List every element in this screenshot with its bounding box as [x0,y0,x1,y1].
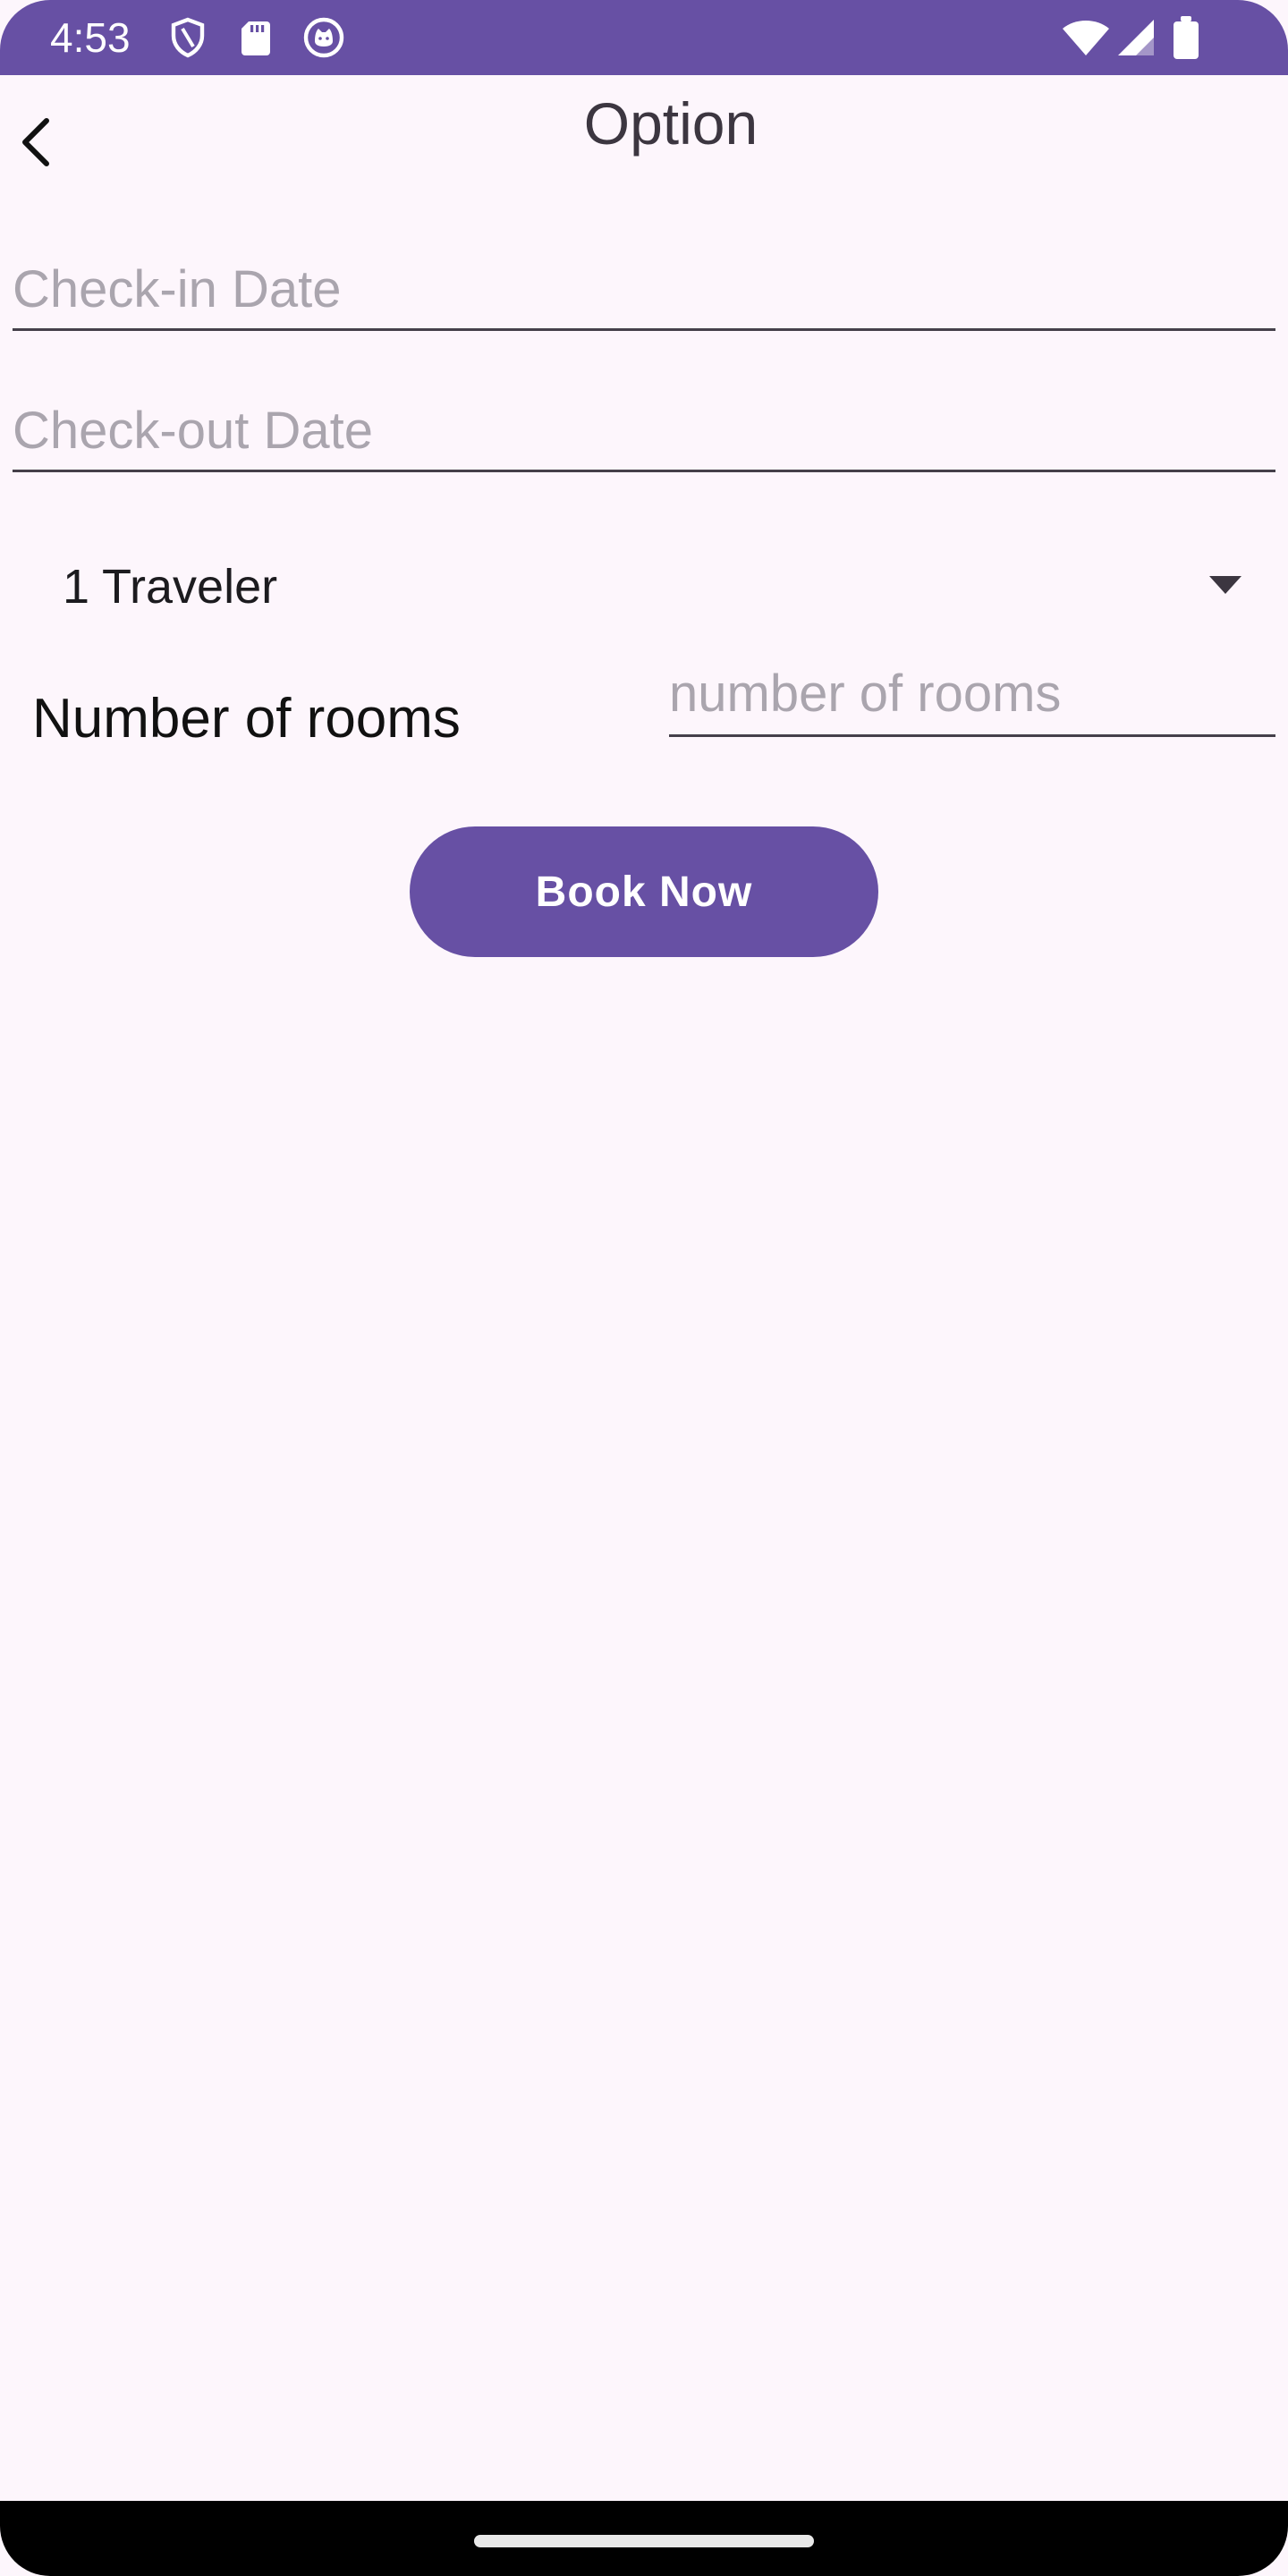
cat-face-icon [302,16,345,59]
book-now-button[interactable]: Book Now [410,826,878,957]
wifi-icon [1061,16,1111,59]
travelers-dropdown[interactable]: 1 Traveler [36,546,1252,626]
navigation-bar [0,2501,1288,2576]
status-bar: 4:53 [0,0,1288,75]
booking-options-screen: 4:53 Option Check-in Date Check-out Date… [0,0,1288,2576]
rooms-input[interactable] [669,653,1275,737]
checkin-date-field[interactable] [13,250,1275,331]
status-time: 4:53 [50,14,131,61]
checkout-date-field[interactable] [13,392,1275,472]
dropdown-arrow-icon [1209,576,1241,594]
cell-signal-icon [1114,16,1157,59]
sd-card-icon [234,16,277,59]
travelers-selected-value: 1 Traveler [63,560,278,614]
page-title: Option [583,90,758,157]
shield-icon [166,16,209,59]
battery-icon [1170,16,1202,59]
home-gesture-handle[interactable] [474,2535,814,2547]
rooms-label: Number of rooms [32,688,461,750]
